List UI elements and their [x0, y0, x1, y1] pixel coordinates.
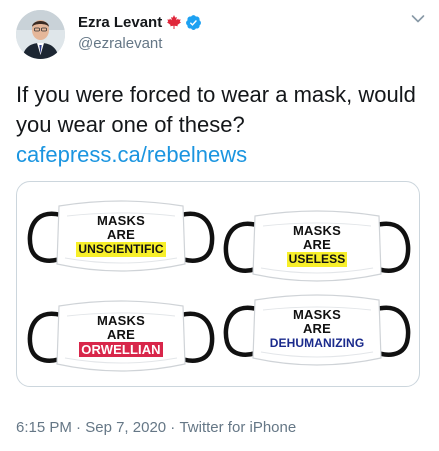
mask-product: MASKS ARE UNSCIENTIFIC [21, 190, 221, 290]
mask-text-highlight: DEHUMANIZING [267, 336, 367, 351]
tweet-author: Ezra Levant @ezralevant [78, 12, 202, 52]
mask-product: MASKS ARE ORWELLIAN [21, 290, 221, 386]
mask-text-highlight-row: UNSCIENTIFIC [21, 242, 221, 257]
author-name-row: Ezra Levant [78, 12, 202, 32]
mask-product: MASKS ARE DEHUMANIZING [217, 284, 417, 384]
meta-separator: · [71, 419, 86, 436]
verified-badge-icon [186, 14, 202, 30]
mask-text-line2: ARE [302, 321, 332, 336]
mask-text-line2: ARE [106, 327, 136, 342]
mask-text-line2: ARE [302, 237, 332, 252]
mask-text-highlight-row: DEHUMANIZING [217, 336, 417, 351]
author-name[interactable]: Ezra Levant [78, 14, 162, 31]
mask-text-line1: MASKS [293, 307, 341, 322]
canada-maple-leaf-icon [167, 15, 182, 29]
author-handle[interactable]: @ezralevant [78, 35, 202, 52]
profile-photo [16, 10, 65, 59]
avatar[interactable] [16, 10, 65, 59]
mask-text-highlight: ORWELLIAN [79, 342, 163, 357]
tweet-date[interactable]: Sep 7, 2020 [85, 419, 166, 436]
tweet-meta: 6:15 PM · Sep 7, 2020 · Twitter for iPho… [16, 419, 296, 436]
tweet-source[interactable]: Twitter for iPhone [179, 419, 296, 436]
mask-text-line2: ARE [106, 227, 136, 242]
mask-text-line1: MASKS [293, 223, 341, 238]
mask-text-line1: MASKS [97, 313, 145, 328]
mask-text-highlight-row: USELESS [217, 252, 417, 267]
tweet-link[interactable]: cafepress.ca/rebelnews [16, 140, 247, 170]
tweet-media-image[interactable]: MASKS ARE UNSCIENTIFIC MASKS ARE USELESS… [16, 181, 420, 387]
chevron-down-icon[interactable] [411, 14, 425, 24]
meta-separator: · [166, 419, 180, 436]
mask-text-highlight-row: ORWELLIAN [21, 342, 221, 357]
mask-text-highlight: UNSCIENTIFIC [76, 242, 166, 257]
mask-text-line1: MASKS [97, 213, 145, 228]
tweet-text: If you were forced to wear a mask, would… [16, 82, 416, 137]
tweet-time[interactable]: 6:15 PM [16, 419, 72, 436]
mask-text-highlight: USELESS [286, 252, 348, 267]
